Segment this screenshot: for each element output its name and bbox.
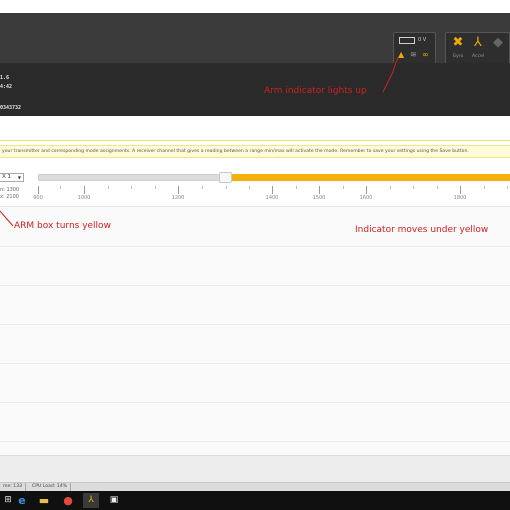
mag-icon: ◆ [493, 35, 503, 50]
sensor-accel-label: Accel [472, 54, 484, 59]
scale-minor-tick [108, 186, 109, 189]
edge-browser-icon[interactable]: e [14, 493, 30, 508]
scale-tick [319, 186, 320, 194]
row-divider [0, 441, 510, 442]
status-cpu-load: CPU Load: 14% [29, 483, 72, 491]
annotation-arm-indicator: Arm indicator lights up [264, 86, 367, 96]
content-spacer [0, 116, 510, 140]
row-divider [0, 324, 510, 325]
scale-minor-tick [296, 186, 297, 189]
sensor-mag: ◆ [488, 35, 508, 54]
sensor-accel: ⅄ Accel [468, 35, 488, 59]
betaflight-app-icon[interactable]: ⅄ [83, 493, 99, 508]
scale-tick [460, 186, 461, 194]
signal-icon: ≋ [410, 50, 417, 59]
configurator-window: 0 V ▲ ≋ ∞ ✖ Gyro ⅄ Accel ◆ 1.6 4:42 0343… [0, 0, 510, 510]
sensor-gyro-label: Gyro [452, 54, 464, 59]
scale-tick-label: 1500 [312, 195, 326, 201]
chrome-icon[interactable]: ● [60, 493, 76, 508]
scale-tick [272, 186, 273, 194]
highlight-rule [0, 140, 510, 141]
scale-minor-tick [484, 186, 485, 189]
scale-tick-label: 1600 [359, 195, 373, 201]
gyro-icon: ✖ [452, 35, 464, 50]
range-min-handle[interactable] [219, 172, 232, 183]
row-divider [0, 402, 510, 403]
info-line-2: 4:42 [0, 84, 13, 90]
footer-area [0, 455, 510, 482]
active-range-fill [230, 174, 510, 181]
aux-channel-select[interactable]: X 1 ▼ [0, 173, 24, 182]
scale-tick-label: 1200 [171, 195, 185, 201]
chevron-down-icon: ▼ [17, 175, 21, 180]
info-line-1: 1.6 [0, 75, 10, 81]
scale-minor-tick [507, 186, 508, 189]
scale-tick-label: 1000 [77, 195, 91, 201]
row-divider [0, 246, 510, 247]
info-line-3: 0343732 [0, 105, 22, 111]
aux-channel-value: X 1 [2, 174, 12, 180]
file-explorer-icon[interactable]: ▬ [36, 493, 52, 508]
scale-tick [178, 186, 179, 194]
scale-minor-tick [437, 186, 438, 189]
range-min-label: n: 1300 [0, 187, 20, 193]
arm-warning-icon: ▲ [398, 50, 405, 59]
battery-voltage: 0 V [418, 37, 427, 43]
arm-mode-panel: X 1 ▼ n: 1300 x: 2100 900 1000 1200 1400 150… [0, 165, 510, 207]
windows-taskbar: ⊞ e ▬ ● ⅄ ▣ [0, 491, 510, 510]
scale-tick [84, 186, 85, 194]
sensor-gyro: ✖ Gyro [448, 35, 468, 59]
scale-tick-label: 1800 [453, 195, 467, 201]
scale-tick [366, 186, 367, 194]
mode-list [0, 207, 510, 455]
scale-minor-tick [202, 186, 203, 189]
range-max-label: x: 2100 [0, 194, 19, 200]
annotation-arm-box: ARM box turns yellow [14, 221, 111, 231]
scale-tick-label: 900 [33, 195, 43, 201]
scale-minor-tick [155, 186, 156, 189]
row-divider [0, 285, 510, 286]
scale-minor-tick [249, 186, 250, 189]
scale-minor-tick [390, 186, 391, 189]
scale-minor-tick [413, 186, 414, 189]
title-bar [0, 0, 510, 13]
status-cycle-time: me: 133 [0, 483, 27, 491]
header-bar: 0 V ▲ ≋ ∞ ✖ Gyro ⅄ Accel ◆ [0, 13, 510, 68]
accel-icon: ⅄ [474, 35, 482, 50]
range-track [38, 174, 230, 181]
link-icon: ∞ [422, 50, 429, 59]
battery-icon [399, 37, 415, 44]
help-note: your transmitter and corresponding mode … [0, 145, 510, 158]
row-divider [0, 363, 510, 364]
photos-icon[interactable]: ▣ [106, 493, 122, 508]
annotation-indicator-moves: Indicator moves under yellow [355, 225, 489, 235]
scale-minor-tick [226, 186, 227, 189]
info-panel: 1.6 4:42 0343732 [0, 64, 510, 116]
scale-minor-tick [131, 186, 132, 189]
scale-minor-tick [343, 186, 344, 189]
status-bar: me: 133 CPU Load: 14% [0, 482, 510, 491]
scale-tick [38, 186, 39, 194]
scale-minor-tick [60, 186, 61, 189]
scale-tick-label: 1400 [265, 195, 279, 201]
